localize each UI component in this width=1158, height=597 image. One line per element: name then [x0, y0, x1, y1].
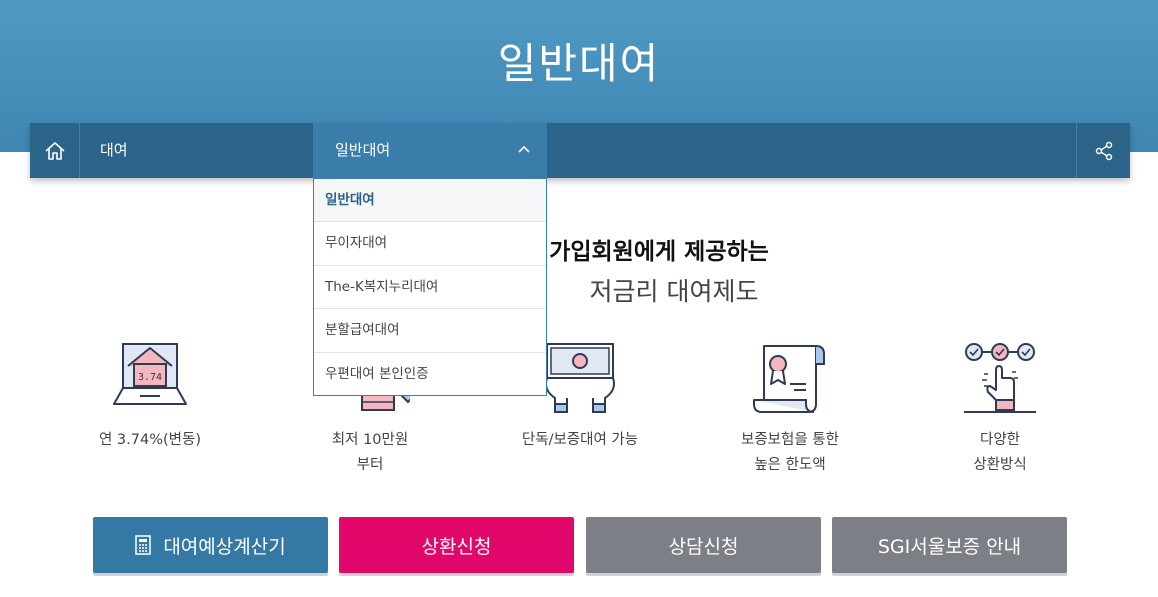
feature-label-insurance-line2: 높은 한도액 — [754, 457, 826, 473]
sgi-guarantee-info-button[interactable]: SGI서울보증 안내 — [832, 517, 1067, 573]
loan-type-dropdown: 일반대여 무이자대여 The-K복지누리대여 분할급여대여 우편대여 본인인증 — [313, 178, 547, 396]
cash-hands-icon — [545, 343, 615, 413]
repayment-request-button[interactable]: 상환신청 — [339, 517, 574, 573]
chevron-up-icon — [518, 145, 530, 153]
feature-label-insurance: 보증보험을 통한 높은 한도액 — [680, 428, 900, 478]
breadcrumb-item-loan[interactable]: 대여 — [100, 123, 128, 178]
dropdown-item-interest-free-loan[interactable]: 무이자대여 — [314, 222, 546, 266]
consultation-request-button[interactable]: 상담신청 — [586, 517, 821, 573]
feature-label-repayment-line2: 상환방식 — [973, 457, 1027, 473]
choice-hand-icon — [964, 343, 1036, 413]
home-button[interactable] — [30, 123, 80, 178]
feature-label-repayment: 다양한 상환방식 — [890, 428, 1110, 478]
feature-label-minimum-line2: 부터 — [356, 457, 384, 473]
breadcrumb-dropdown-toggle[interactable]: 일반대여 — [313, 123, 547, 178]
breadcrumb-nav: 대여 일반대여 — [30, 123, 1130, 178]
dropdown-item-installment-loan[interactable]: 분할급여대여 — [314, 309, 546, 353]
headline: 가입회원에게 제공하는 저금리 대여제도 — [0, 232, 1158, 308]
headline-line2: 저금리 대여제도 — [589, 277, 759, 306]
home-icon — [44, 141, 65, 160]
certificate-icon — [753, 345, 825, 413]
feature-item-repayment: 다양한 상환방식 — [890, 338, 1110, 478]
feature-item-insurance: 보증보험을 통한 높은 한도액 — [680, 338, 900, 478]
rate-badge-text: 3.74 — [138, 372, 162, 383]
feature-list: 3.74 연 3.74%(변동) 최저 10만원 부터 단독/보증대여 가능 보… — [40, 338, 1120, 478]
breadcrumb-current: 일반대여 — [335, 141, 391, 159]
feature-label-insurance-line1: 보증보험을 통한 — [741, 432, 839, 448]
laptop-rate-icon: 3.74 — [113, 343, 187, 405]
headline-line1: 가입회원에게 제공하는 — [549, 239, 769, 265]
feature-label-repayment-line1: 다양한 — [979, 432, 1021, 448]
calculator-icon — [135, 535, 152, 555]
share-icon — [1095, 141, 1112, 160]
loan-calculator-button[interactable]: 대여예상계산기 — [93, 517, 328, 573]
dropdown-item-thek-welfare-loan[interactable]: The-K복지누리대여 — [314, 266, 546, 310]
feature-label-minimum: 최저 10만원 부터 — [260, 428, 480, 478]
feature-label-minimum-line1: 최저 10만원 — [331, 432, 409, 448]
dropdown-item-postal-auth[interactable]: 우편대여 본인인증 — [314, 353, 546, 396]
share-button[interactable] — [1076, 123, 1130, 178]
page-title: 일반대여 — [497, 39, 661, 88]
feature-item-rate: 3.74 연 3.74%(변동) — [40, 338, 260, 453]
feature-label-rate: 연 3.74%(변동) — [98, 432, 201, 448]
loan-calculator-label: 대여예상계산기 — [163, 535, 286, 558]
dropdown-item-general-loan[interactable]: 일반대여 — [314, 179, 546, 223]
feature-label-guarantee: 단독/보증대여 가능 — [521, 432, 639, 448]
